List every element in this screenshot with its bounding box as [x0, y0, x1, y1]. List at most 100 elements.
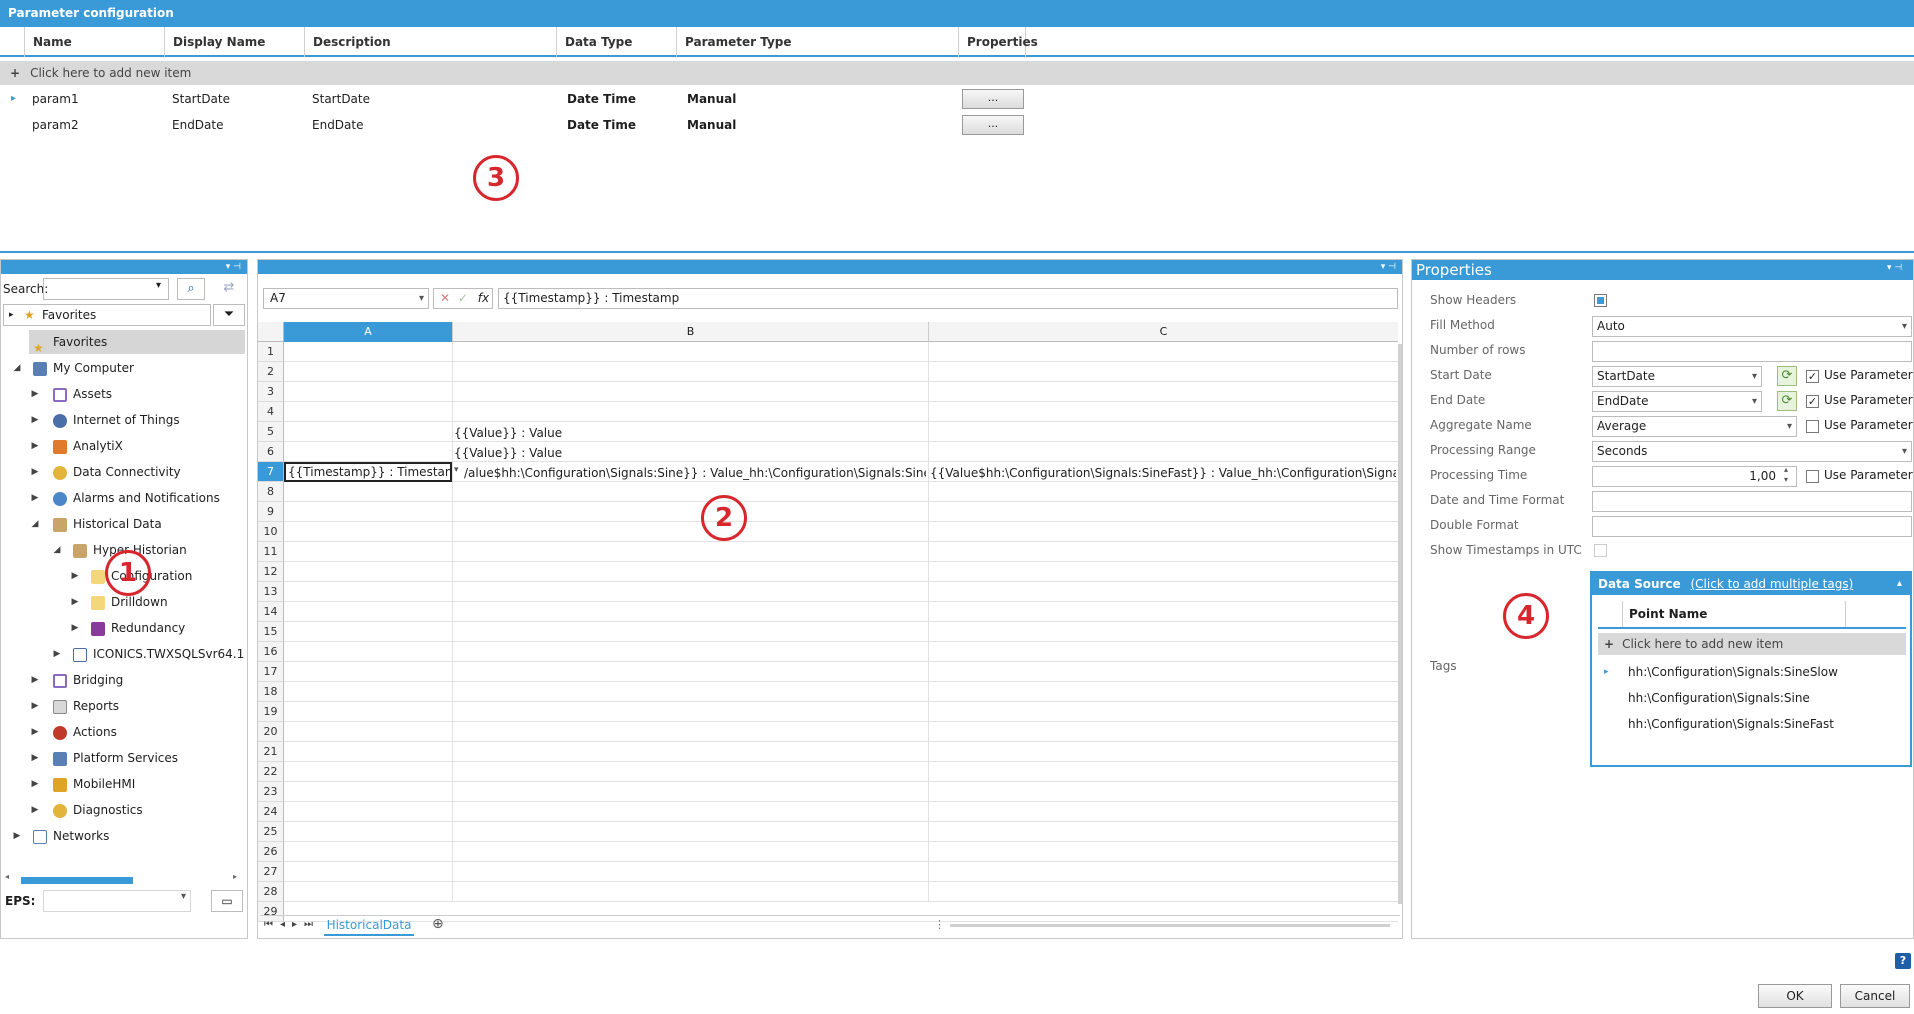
aggregate-use-parameter-checkbox[interactable] [1806, 420, 1819, 433]
end-date-select[interactable]: EndDate [1592, 391, 1762, 412]
refresh-icon[interactable]: ⟳ [1777, 366, 1797, 386]
row-header[interactable]: 3 [258, 382, 284, 402]
tree-horizontal-scrollbar[interactable]: ◂ ▸ [5, 872, 243, 885]
row-header[interactable]: 16 [258, 642, 284, 662]
expand-icon[interactable]: ▶ [29, 772, 41, 796]
ok-button[interactable]: OK [1758, 984, 1832, 1008]
expand-icon[interactable]: ▶ [69, 564, 81, 588]
tab-splitter-icon[interactable]: ⋮ [934, 918, 945, 931]
col-parameter-type[interactable]: Parameter Type [676, 27, 958, 57]
collapse-icon[interactable]: ◢ [51, 538, 63, 562]
col-data-type[interactable]: Data Type [556, 27, 676, 57]
col-description[interactable]: Description [304, 27, 556, 57]
sheet-horizontal-scrollbar[interactable] [950, 924, 1390, 927]
row-header[interactable]: 11 [258, 542, 284, 562]
row-header[interactable]: 21 [258, 742, 284, 762]
aggregate-name-select[interactable]: Average [1592, 416, 1797, 437]
row-header[interactable]: 15 [258, 622, 284, 642]
end-date-use-parameter-checkbox[interactable]: ✓ [1806, 395, 1819, 408]
start-date-use-parameter-checkbox[interactable]: ✓ [1806, 370, 1819, 383]
fill-method-select[interactable]: Auto [1592, 316, 1912, 337]
param-properties-button[interactable]: ... [962, 89, 1024, 109]
row-header[interactable]: 9 [258, 502, 284, 522]
row-header[interactable]: 7 [258, 462, 284, 482]
tree-item-reports[interactable]: ▶ Reports [29, 694, 119, 718]
add-new-item-row[interactable]: + Click here to add new item [0, 61, 1914, 85]
list-item[interactable]: hh:\Configuration\Signals:SineFast [1598, 711, 1906, 737]
point-name-column[interactable]: Point Name [1622, 601, 1846, 627]
row-header[interactable]: 14 [258, 602, 284, 622]
row-header[interactable]: 2 [258, 362, 284, 382]
panel-pin-icon[interactable]: ▾ ⊣ [1887, 263, 1902, 273]
cancel-formula-icon[interactable]: ✕ [440, 291, 450, 305]
row-header[interactable]: 26 [258, 842, 284, 862]
formula-input[interactable]: {{Timestamp}} : Timestamp [498, 288, 1398, 309]
tree-item-networks[interactable]: ▶ Networks [11, 824, 109, 848]
row-header[interactable]: 13 [258, 582, 284, 602]
show-headers-checkbox[interactable] [1594, 294, 1607, 307]
scroll-left-icon[interactable]: ◂ [5, 872, 9, 881]
add-sheet-icon[interactable]: ⊕ [432, 916, 444, 932]
row-header[interactable]: 20 [258, 722, 284, 742]
tree-item-assets[interactable]: ▶ Assets [29, 382, 112, 406]
filter-icon[interactable]: ⏷ [213, 304, 245, 326]
column-header-a[interactable]: A [284, 322, 452, 342]
tab-historical-data[interactable]: HistoricalData [324, 916, 414, 936]
help-icon[interactable]: ? [1895, 953, 1911, 969]
scroll-right-icon[interactable]: ▸ [233, 872, 237, 881]
row-header[interactable]: 10 [258, 522, 284, 542]
sheet-navigation-icon[interactable]: ⏮◂▸⏭ [264, 919, 320, 930]
add-point-row[interactable]: + Click here to add new item [1598, 633, 1906, 655]
row-header[interactable]: 25 [258, 822, 284, 842]
row-header[interactable]: 22 [258, 762, 284, 782]
row-header[interactable]: 18 [258, 682, 284, 702]
add-multiple-tags-link[interactable]: (Click to add multiple tags) [1691, 577, 1854, 591]
tree-item-bridging[interactable]: ▶ Bridging [29, 668, 123, 692]
tree-toggle-icon[interactable]: ▸ [9, 305, 14, 325]
col-properties[interactable]: Properties [958, 27, 1038, 57]
sheet-vertical-scrollbar[interactable] [1398, 344, 1402, 904]
row-header[interactable]: 6 [258, 442, 284, 462]
collapse-icon[interactable]: ◢ [11, 356, 23, 380]
search-input[interactable] [43, 278, 169, 300]
row-header[interactable]: 1 [258, 342, 284, 362]
tree-item-redundancy[interactable]: ▶ Redundancy [69, 616, 185, 640]
tree-item-platform-services[interactable]: ▶ Platform Services [29, 746, 178, 770]
expand-icon[interactable]: ▶ [29, 668, 41, 692]
tree-item-mobilehmi[interactable]: ▶ MobileHMI [29, 772, 135, 796]
tree-item-sql-server[interactable]: ▶ ICONICS.TWXSQLSvr64.1 [51, 642, 244, 666]
expand-icon[interactable]: ▶ [11, 824, 23, 848]
row-header[interactable]: 19 [258, 702, 284, 722]
refresh-icon[interactable]: ⟳ [1777, 391, 1797, 411]
favorites-filter[interactable]: ▸ ★ Favorites [3, 304, 211, 326]
expand-icon[interactable]: ▶ [29, 382, 41, 406]
cell-b6[interactable]: {{Value}} : Value [454, 443, 924, 463]
col-name[interactable]: Name [24, 27, 164, 57]
number-of-rows-input[interactable] [1592, 341, 1912, 362]
expand-icon[interactable]: ▶ [51, 642, 63, 666]
tree-item-actions[interactable]: ▶ Actions [29, 720, 117, 744]
expand-icon[interactable]: ▶ [69, 590, 81, 614]
row-header[interactable]: 23 [258, 782, 284, 802]
splitter[interactable] [0, 251, 1914, 253]
stepper-icon[interactable]: ▴ ▾ [1784, 465, 1788, 485]
row-header[interactable]: 8 [258, 482, 284, 502]
chevron-down-icon[interactable]: ▾ [156, 280, 161, 291]
row-header[interactable]: 12 [258, 562, 284, 582]
expand-icon[interactable]: ▶ [29, 408, 41, 432]
tree-item-iot[interactable]: ▶ Internet of Things [29, 408, 180, 432]
start-date-select[interactable]: StartDate [1592, 366, 1762, 387]
expand-icon[interactable]: ▶ [29, 694, 41, 718]
search-icon[interactable]: ⌕ [177, 278, 205, 300]
eps-select[interactable] [43, 890, 191, 912]
column-header-b[interactable]: B [452, 322, 928, 342]
double-format-input[interactable] [1592, 516, 1912, 537]
row-header[interactable]: 24 [258, 802, 284, 822]
processing-time-input[interactable]: 1,00 [1592, 466, 1797, 487]
tree-item-alarms[interactable]: ▶ Alarms and Notifications [29, 486, 220, 510]
col-display-name[interactable]: Display Name [164, 27, 304, 57]
param-properties-button[interactable]: ... [962, 115, 1024, 135]
column-header-c[interactable]: C [928, 322, 1398, 342]
processing-time-use-parameter-checkbox[interactable] [1806, 470, 1819, 483]
expand-icon[interactable]: ▶ [29, 434, 41, 458]
